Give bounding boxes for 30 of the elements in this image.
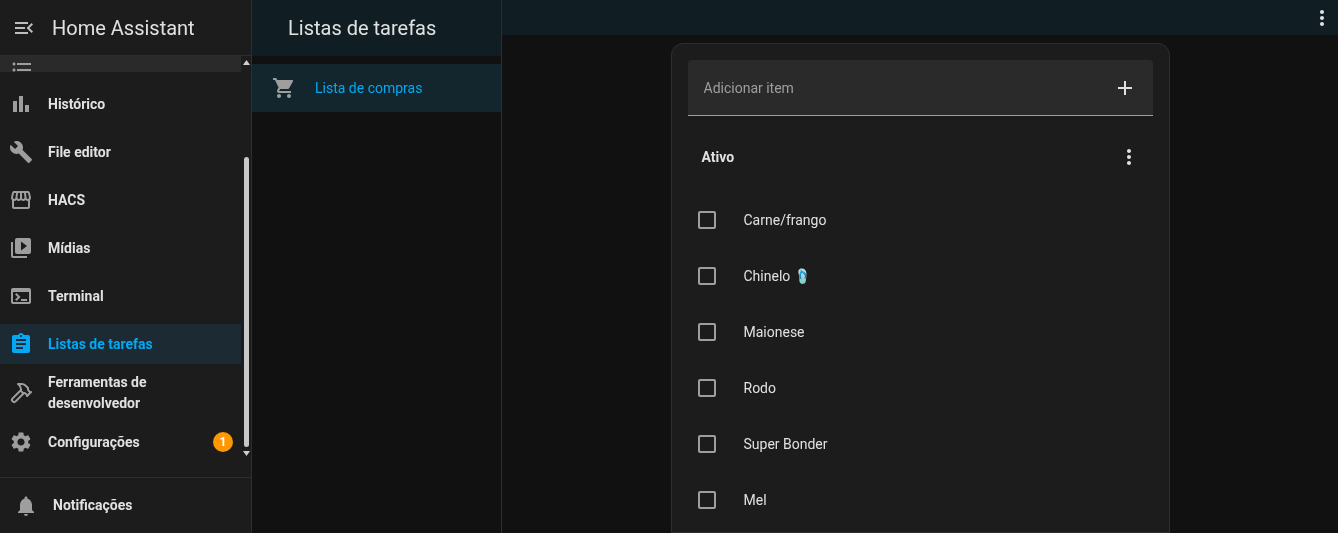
todo-item-label: Rodo [743,378,776,398]
storefront-icon [9,188,33,212]
app-title: Home Assistant [52,14,195,42]
todo-item-label: Carne/frango [743,210,827,230]
hammer-icon [9,381,33,405]
todo-item-label: Super Bonder [743,434,828,454]
add-item-field[interactable]: Adicionar item [687,60,1153,116]
panel-title: Listas de tarefas [288,15,437,42]
notification-badge: 1 [213,432,233,452]
cart-icon [272,76,296,100]
sidebar-item[interactable]: Notificações [53,495,133,516]
list-item[interactable]: Lista de compras [252,64,501,112]
sidebar-item[interactable]: HACS [0,180,241,220]
sidebar-item[interactable]: Histórico [0,84,241,124]
sidebar-item[interactable]: File editor [0,132,241,172]
sidebar-item[interactable]: Ferramentas de desenvolvedor [0,372,241,414]
wrench-icon [9,140,33,164]
sidebar-item[interactable]: Terminal [0,276,241,316]
scroll-down-arrow-icon[interactable] [242,451,250,456]
todo-item-label: Mel [743,490,767,510]
scroll-up-arrow-icon[interactable] [242,60,250,65]
settings-icon [9,430,33,454]
section-title: Ativo [701,147,735,167]
sidebar-item[interactable]: Listas de tarefas [0,324,241,364]
clipboard-list-icon [9,332,33,356]
todo-item-label: Maionese [743,322,805,342]
todo-item-label: Chinelo 🩴 [743,266,811,286]
media-library-icon [9,236,33,260]
sidebar-item[interactable]: Configurações 1 [0,422,241,462]
sidebar-item[interactable]: Mídias [0,228,241,268]
